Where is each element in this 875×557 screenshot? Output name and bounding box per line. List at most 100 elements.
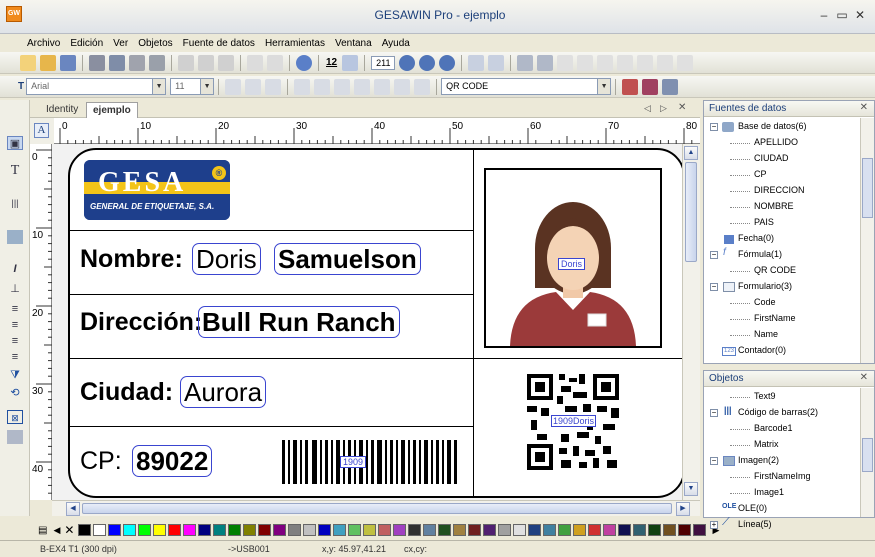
menu-ventana[interactable]: Ventana — [330, 38, 377, 49]
tab-prev-icon[interactable]: ◁ — [644, 103, 651, 114]
barcode-tool-icon[interactable]: ||| — [7, 196, 23, 210]
vertical-scrollbar[interactable]: ▲ ▼ — [682, 144, 700, 500]
color-swatch[interactable] — [153, 524, 167, 536]
layers-icon[interactable] — [662, 78, 679, 95]
database-icon[interactable] — [517, 54, 534, 71]
tab-ejemplo[interactable]: ejemplo — [86, 102, 138, 118]
group-icon[interactable] — [374, 78, 391, 95]
align-center-icon[interactable] — [265, 78, 282, 95]
tree-imagen[interactable]: Imagen(2) — [738, 455, 779, 465]
label-card[interactable]: GESA ® GENERAL DE ETIQUETAJE, S.A. Nombr… — [68, 148, 682, 498]
printer-setup-icon[interactable] — [129, 54, 145, 71]
color-swatch[interactable] — [108, 524, 122, 536]
color-swatch[interactable] — [243, 524, 257, 536]
align-top-icon[interactable] — [245, 78, 262, 95]
menu-herramientas[interactable]: Herramientas — [260, 38, 330, 49]
tree-formulario[interactable]: Formulario(3) — [738, 281, 792, 291]
tree-barcode1[interactable]: Barcode1 — [754, 423, 793, 433]
expand-icon[interactable]: + — [710, 521, 718, 529]
palette-icon[interactable]: ▤ — [38, 525, 47, 536]
frame-tool-icon[interactable]: ⊠ — [7, 410, 23, 424]
tree-item-direccion[interactable]: DIRECCION — [754, 185, 805, 195]
color-swatch[interactable] — [213, 524, 227, 536]
new-icon[interactable] — [20, 54, 36, 71]
align-left-icon[interactable] — [225, 78, 242, 95]
tree-firstnameimg[interactable]: FirstNameImg — [754, 471, 811, 481]
order-icon[interactable] — [414, 78, 431, 95]
image-tool-icon[interactable] — [7, 230, 23, 244]
text-tool-icon[interactable]: T — [7, 164, 23, 178]
tree-item-code[interactable]: Code — [754, 297, 776, 307]
tree-item-cp[interactable]: CP — [754, 169, 767, 179]
color-swatch[interactable] — [288, 524, 302, 536]
zoom-input[interactable]: 211 — [371, 55, 396, 70]
var-2-icon[interactable] — [577, 54, 594, 71]
tree-item-name[interactable]: Name — [754, 329, 778, 339]
help-icon[interactable] — [296, 54, 312, 71]
print-icon[interactable] — [109, 54, 125, 71]
undo-icon[interactable] — [247, 54, 263, 71]
align-left-text-icon[interactable]: ≡ — [7, 302, 23, 316]
tree-base-datos[interactable]: Base de datos(6) — [738, 121, 807, 131]
barcode-object[interactable]: 1909 — [282, 440, 462, 484]
color-swatch[interactable] — [378, 524, 392, 536]
distribute-h-icon[interactable] — [294, 78, 311, 95]
color-swatch[interactable] — [123, 524, 137, 536]
tree-item-nombre[interactable]: NOMBRE — [754, 201, 794, 211]
menu-fuente-datos[interactable]: Fuente de datos — [178, 38, 260, 49]
color-swatch[interactable] — [558, 524, 572, 536]
distribute-v-icon[interactable] — [314, 78, 331, 95]
tree-linea[interactable]: Línea(5) — [738, 519, 772, 529]
color-swatch[interactable] — [588, 524, 602, 536]
var-7-icon[interactable] — [677, 54, 694, 71]
scroll-left-icon[interactable]: ◀ — [66, 502, 80, 516]
color-swatch[interactable] — [678, 524, 692, 536]
objects-scrollbar[interactable] — [860, 388, 874, 517]
color-swatch[interactable] — [483, 524, 497, 536]
color-swatch[interactable] — [258, 524, 272, 536]
color-swatch[interactable] — [693, 524, 707, 536]
color-swatch[interactable] — [468, 524, 482, 536]
var-1-icon[interactable] — [557, 54, 574, 71]
collapse-icon[interactable]: − — [710, 457, 718, 465]
rotate-icon[interactable]: ⟲ — [7, 386, 23, 400]
chevron-down-icon[interactable]: ▼ — [152, 79, 166, 94]
color-swatch[interactable] — [138, 524, 152, 536]
valign-icon[interactable]: ⧩ — [7, 368, 23, 382]
grid-icon[interactable] — [342, 54, 359, 71]
print-preview-icon[interactable] — [89, 54, 105, 71]
gesa-logo[interactable]: GESA ® GENERAL DE ETIQUETAJE, S.A. — [84, 160, 230, 220]
color-swatch[interactable] — [78, 524, 92, 536]
scroll-thumb[interactable] — [82, 503, 672, 514]
ciudad-field[interactable]: Aurora — [180, 376, 267, 408]
tab-next-icon[interactable]: ▷ — [660, 103, 667, 114]
chevron-down-icon[interactable]: ▼ — [597, 79, 611, 94]
properties-icon[interactable] — [642, 78, 659, 95]
close-icon[interactable]: ✕ — [860, 102, 868, 113]
color-swatch[interactable] — [633, 524, 647, 536]
zoom-fit-icon[interactable] — [439, 54, 456, 71]
horizontal-scrollbar[interactable]: ◀ ▶ — [52, 500, 700, 516]
nombre-first-field[interactable]: Doris — [192, 243, 261, 275]
color-swatch[interactable] — [438, 524, 452, 536]
tab-close-icon[interactable]: ✕ — [678, 102, 686, 113]
nombre-last-field[interactable]: Samuelson — [274, 243, 421, 275]
collapse-icon[interactable]: − — [710, 251, 718, 259]
font-size-button[interactable]: 12 — [326, 57, 337, 68]
paste-icon[interactable] — [218, 54, 234, 71]
scroll-up-icon[interactable]: ▲ — [684, 146, 698, 160]
tab-identity[interactable]: Identity — [40, 102, 84, 118]
color-swatch[interactable] — [648, 524, 662, 536]
color-swatch[interactable] — [618, 524, 632, 536]
var-6-icon[interactable] — [657, 54, 674, 71]
open-icon[interactable] — [40, 54, 56, 71]
close-icon[interactable]: ✕ — [860, 372, 868, 383]
printer-icon[interactable] — [149, 54, 165, 71]
tree-contador[interactable]: Contador(0) — [738, 345, 786, 355]
color-swatch[interactable] — [198, 524, 212, 536]
maximize-button[interactable]: ▭ — [834, 8, 850, 22]
var-4-icon[interactable] — [617, 54, 634, 71]
collapse-icon[interactable]: − — [710, 283, 718, 291]
tree-codigo-barras[interactable]: Código de barras(2) — [738, 407, 818, 417]
zoom-out-icon[interactable] — [419, 54, 436, 71]
